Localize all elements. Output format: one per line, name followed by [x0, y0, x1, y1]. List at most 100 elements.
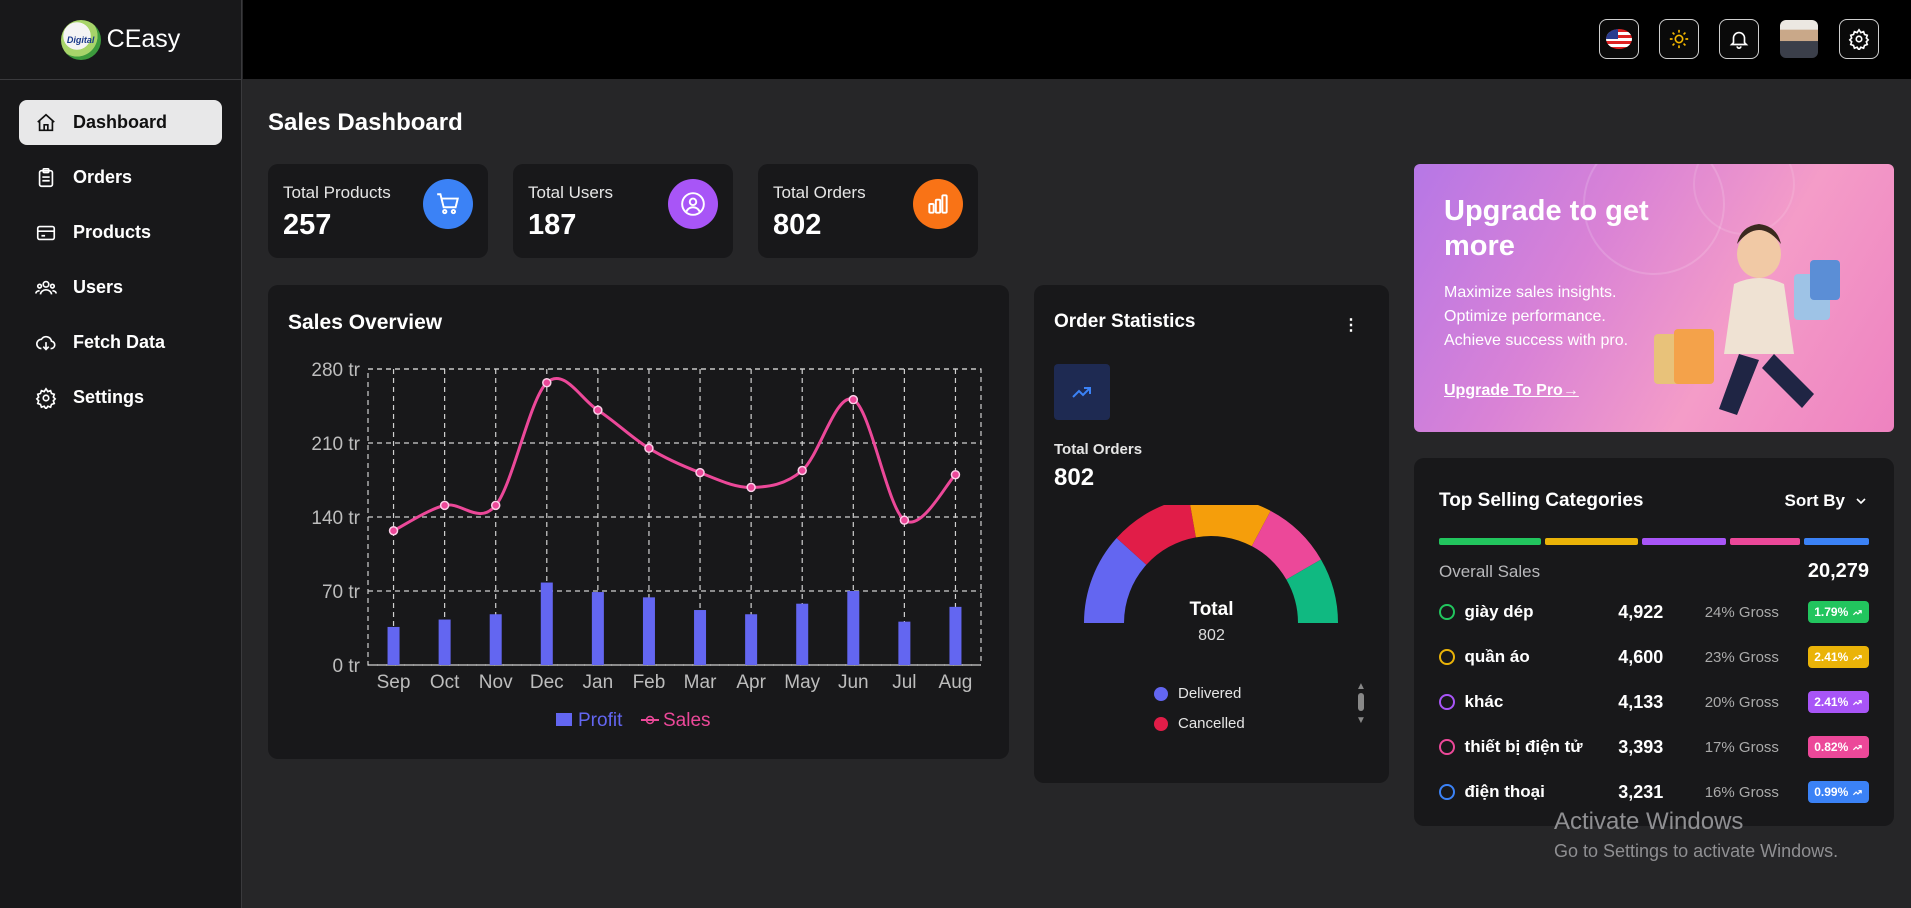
user-avatar-button[interactable]	[1779, 19, 1819, 59]
profit-bar	[489, 614, 502, 665]
category-gross: 24% Gross	[1704, 603, 1779, 621]
category-share-segment	[1729, 538, 1800, 545]
category-share-segment	[1439, 538, 1542, 545]
users-icon	[35, 280, 57, 295]
profit-bar	[591, 592, 604, 665]
cart-icon	[437, 193, 459, 215]
chevron-down-icon	[1856, 498, 1866, 505]
trend-icon-tile	[1054, 364, 1110, 420]
category-dot	[1439, 604, 1455, 620]
stat-icon-badge	[913, 179, 963, 229]
stat-value: 257	[283, 209, 332, 241]
sales-point	[542, 377, 552, 388]
sidebar-item-label: Settings	[73, 387, 145, 407]
sales-point	[388, 525, 399, 536]
order-statistics-title: Order Statistics	[1054, 311, 1196, 332]
category-share-segment	[1803, 538, 1869, 545]
gear-icon	[35, 386, 57, 409]
sidebar-item-label: Fetch Data	[73, 332, 166, 352]
notifications-button[interactable]	[1719, 19, 1759, 59]
theme-toggle-button[interactable]	[1659, 19, 1699, 59]
sidebar-item-orders[interactable]: Orders	[19, 155, 222, 200]
legend-scroller[interactable]: ▲ ▼	[1356, 681, 1366, 727]
activate-windows-subtitle: Go to Settings to activate Windows.	[1554, 841, 1839, 861]
trending-up-icon	[1853, 609, 1863, 615]
sales-line	[392, 377, 957, 533]
profit-bar	[387, 626, 400, 665]
brand[interactable]: Digital CEasy	[0, 0, 241, 80]
clipboard-icon	[38, 167, 54, 187]
profit-bar	[745, 614, 758, 665]
upgrade-to-pro-link[interactable]: Upgrade To Pro→	[1444, 382, 1579, 400]
upgrade-line: Achieve success with pro.	[1444, 332, 1629, 349]
x-tick-label: Oct	[430, 672, 460, 693]
category-row[interactable]: quần áo 4,600 23% Gross 2.41%	[1439, 643, 1870, 671]
profit-bar	[949, 606, 962, 665]
sidebar-item-fetch-data[interactable]: Fetch Data	[19, 320, 222, 365]
x-tick-label: Jul	[892, 672, 916, 693]
overall-sales-value: 20,279	[1807, 560, 1869, 582]
trending-up-icon	[1853, 699, 1863, 705]
activate-windows-title: Activate Windows	[1554, 808, 1744, 835]
growth-badge: 0.82%	[1808, 736, 1870, 758]
category-row[interactable]: thiết bị điện tử 3,393 17% Gross 0.82%	[1439, 733, 1870, 761]
upgrade-description: Maximize sales insights. Optimize perfor…	[1444, 281, 1704, 353]
sales-point	[899, 515, 910, 525]
category-row[interactable]: khác 4,133 20% Gross 2.41%	[1439, 688, 1870, 716]
cloud-download-icon	[36, 335, 56, 351]
top-selling-title: Top Selling Categories	[1439, 490, 1644, 511]
language-button[interactable]	[1599, 19, 1639, 59]
y-tick-label: 280 tr	[311, 360, 360, 381]
sales-point	[950, 469, 961, 480]
growth-value: 0.99%	[1814, 785, 1849, 799]
profit-bar	[540, 582, 553, 665]
page-title: Sales Dashboard	[268, 109, 463, 136]
category-share-bar	[1439, 538, 1869, 545]
sort-by-dropdown[interactable]: Sort By	[1785, 491, 1869, 511]
legend-dot	[1154, 686, 1168, 701]
sales-point	[644, 443, 654, 454]
category-qty: 3,231	[1618, 781, 1664, 802]
settings-button[interactable]	[1839, 19, 1879, 59]
x-tick-label: Jan	[583, 672, 614, 693]
logo-text: Digital	[66, 34, 95, 45]
category-name: quần áo	[1464, 647, 1530, 666]
sidebar-nav: Dashboard Orders Products Users Fetch Da…	[0, 80, 241, 450]
top-selling-card: Top Selling Categories Sort By Overall S…	[1414, 458, 1894, 826]
y-tick-label: 140 tr	[311, 508, 360, 529]
legend-item-delivered[interactable]: Delivered	[1154, 685, 1241, 702]
y-tick-label: 0 tr	[333, 656, 361, 677]
user-circle-icon	[681, 192, 705, 216]
category-name: giày dép	[1464, 602, 1534, 621]
legend-swatch-profit	[556, 713, 572, 726]
sidebar-item-label: Dashboard	[73, 112, 168, 132]
stat-value: 802	[773, 209, 822, 241]
sales-point	[848, 394, 859, 405]
category-gross: 16% Gross	[1704, 783, 1779, 801]
stat-icon-badge	[423, 179, 473, 229]
category-dot	[1439, 739, 1455, 755]
sidebar-item-dashboard[interactable]: Dashboard	[19, 100, 222, 145]
sidebar-item-label: Users	[73, 277, 124, 297]
category-qty: 4,133	[1618, 691, 1664, 712]
sidebar-item-settings[interactable]: Settings	[19, 375, 222, 420]
total-orders-value: 802	[1054, 464, 1095, 491]
stat-icon-badge	[668, 179, 718, 229]
sidebar: Digital CEasy Dashboard Orders Products …	[0, 0, 242, 908]
order-statistics-card: Order Statistics ⋮ Total Orders 802 Tota…	[1034, 285, 1389, 783]
more-options-button[interactable]: ⋮	[1343, 315, 1359, 335]
category-row[interactable]: giày dép 4,922 24% Gross 1.79%	[1439, 598, 1870, 626]
gauge-center-value: 802	[1198, 627, 1225, 644]
category-dot	[1439, 649, 1455, 665]
brand-logo: Digital	[60, 19, 101, 60]
x-tick-label: Feb	[633, 672, 666, 693]
x-tick-label: Nov	[479, 672, 513, 693]
us-flag-icon	[1606, 29, 1632, 49]
sidebar-item-label: Orders	[73, 167, 133, 187]
category-row[interactable]: điện thoại 3,231 16% Gross 0.99%	[1439, 778, 1870, 806]
growth-value: 2.41%	[1814, 650, 1849, 664]
sales-point	[746, 482, 756, 493]
legend-item-cancelled[interactable]: Cancelled	[1154, 715, 1245, 732]
sidebar-item-products[interactable]: Products	[19, 210, 222, 255]
sidebar-item-users[interactable]: Users	[19, 265, 222, 310]
